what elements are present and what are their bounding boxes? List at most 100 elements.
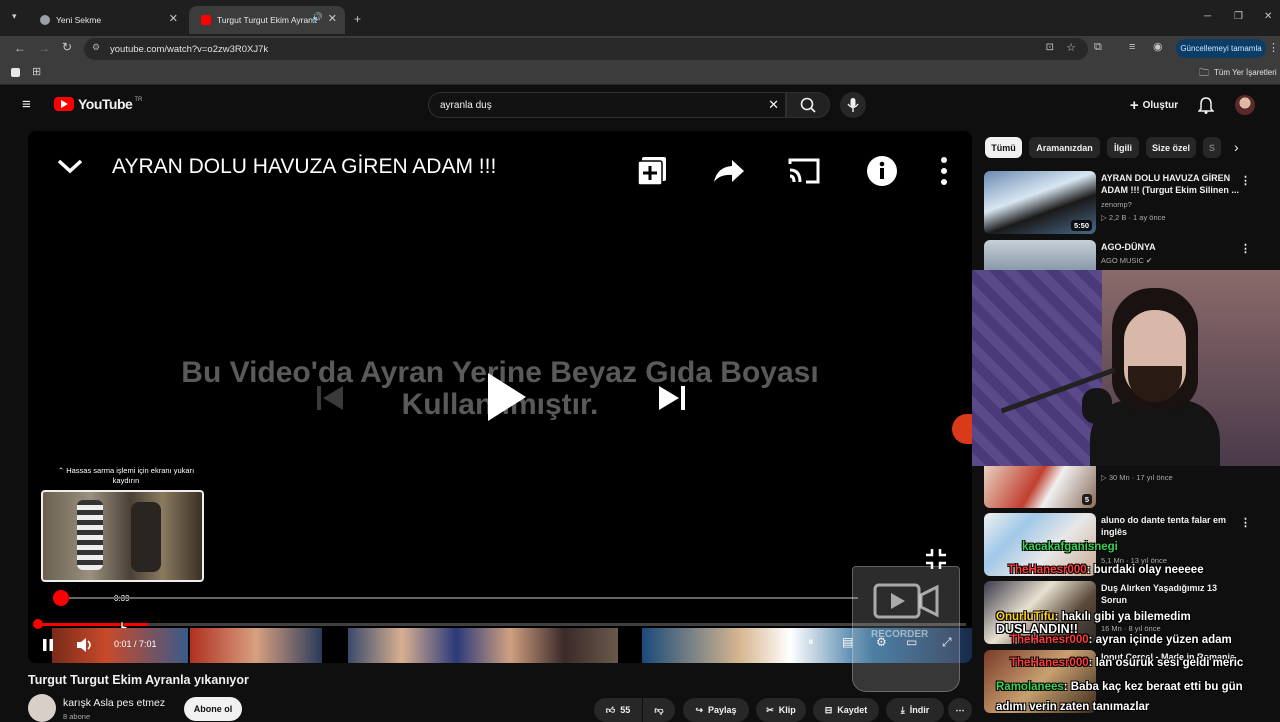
tab-title: Yeni Sekme: [56, 15, 102, 25]
minimize-icon[interactable]: ─: [1204, 11, 1211, 22]
recommendation-meta: ▷ 2,2 B · 1 ay önce: [1101, 213, 1166, 222]
address-bar: ← → ↻ ⚙ youtube.com/watch?v=o2zw3R0XJ7k …: [0, 36, 1280, 61]
share-arrow-icon[interactable]: [712, 157, 746, 185]
recommendation-title[interactable]: aluno do dante tenta falar em inglês: [1101, 514, 1239, 538]
chat-message: TheHanesr000: burdaki olay neeeee: [1008, 564, 1204, 576]
apps-grid-icon[interactable]: ⊞: [32, 65, 41, 78]
scissors-icon: ✂: [766, 704, 774, 715]
youtube-play-logo-icon: [54, 97, 74, 111]
streamer-webcam: [972, 270, 1280, 466]
recommendation-title[interactable]: AYRAN DOLU HAVUZA GİREN ADAM !!! (Turgut…: [1101, 172, 1239, 196]
voice-search-button[interactable]: [840, 92, 866, 118]
fine-scrub-handle[interactable]: [53, 590, 69, 606]
recommendation-menu-icon[interactable]: ⋮: [1240, 174, 1251, 187]
save-button[interactable]: ⊟ Kaydet: [813, 698, 879, 722]
recommendation-channel[interactable]: AGO MUSIC: [1101, 256, 1144, 265]
add-to-playlist-icon[interactable]: [636, 155, 668, 187]
dislike-button[interactable]: 👎︎: [643, 698, 675, 722]
share-button[interactable]: ↪ Paylaş: [683, 698, 749, 722]
chips-next-chevron-icon[interactable]: ›: [1234, 139, 1239, 155]
plus-icon: +: [1129, 96, 1139, 114]
chip-partial[interactable]: S: [1203, 137, 1221, 158]
update-button[interactable]: Güncellemeyi tamamla: [1176, 39, 1266, 58]
recommendation-thumbnail[interactable]: 5:50: [984, 171, 1096, 234]
volume-icon[interactable]: [76, 637, 94, 653]
chat-message: TheHanesr000: lan osuruk sesi geldi meri…: [1010, 657, 1243, 669]
like-button[interactable]: 👍︎ 55: [594, 698, 642, 722]
hamburger-menu-icon[interactable]: ≡: [22, 96, 31, 113]
recommendation-channel-row: AGO MUSIC ✔: [1101, 256, 1152, 265]
tab-search-icon[interactable]: [11, 68, 20, 77]
url-input[interactable]: ⚙ youtube.com/watch?v=o2zw3R0XJ7k ⊡ ☆: [84, 38, 1088, 60]
search-button[interactable]: [786, 92, 830, 118]
menu-icon[interactable]: ⋮: [1268, 41, 1279, 54]
download-button[interactable]: ⤓ İndir: [886, 698, 944, 722]
all-bookmarks-link[interactable]: Tüm Yer İşaretleri: [1214, 68, 1277, 77]
forward-icon[interactable]: →: [38, 41, 50, 55]
video-player[interactable]: AYRAN DOLU HAVUZA GİREN ADAM !!! Bu Vide…: [28, 131, 972, 663]
create-button[interactable]: + Oluştur: [1122, 92, 1186, 118]
extensions-icon[interactable]: ⧉: [1094, 41, 1102, 54]
chat-username: kacakafganisnegi: [1022, 541, 1118, 553]
next-icon[interactable]: [656, 383, 688, 413]
close-tab-icon[interactable]: ✕: [169, 12, 178, 25]
media-controls-icon[interactable]: ≡: [1129, 41, 1135, 53]
pause-icon[interactable]: [42, 638, 54, 652]
chip-for-you[interactable]: Size özel: [1146, 137, 1196, 158]
recommendation-thumbnail[interactable]: [984, 240, 1096, 270]
collapse-chevron-icon[interactable]: [56, 157, 84, 175]
tab-new-tab[interactable]: Yeni Sekme ✕: [28, 6, 186, 34]
more-options-icon[interactable]: [936, 155, 952, 187]
bookmark-star-icon[interactable]: ☆: [1066, 41, 1076, 54]
progress-bar[interactable]: [36, 623, 966, 626]
notifications-bell-icon[interactable]: [1198, 96, 1214, 114]
fine-scrub-track[interactable]: [58, 597, 858, 599]
subscribe-button[interactable]: Abone ol: [184, 697, 242, 721]
chip-from-search[interactable]: Aramanızdan: [1029, 137, 1100, 158]
recommendation-meta-text: 2,2 B · 1 ay önce: [1108, 213, 1166, 222]
restore-icon[interactable]: ❐: [1234, 11, 1243, 22]
region-code: TR: [134, 97, 143, 103]
tab-list-icon[interactable]: ▾: [12, 11, 17, 22]
chip-all[interactable]: Tümü: [985, 137, 1022, 158]
previous-icon[interactable]: [314, 383, 346, 413]
channel-avatar[interactable]: [28, 694, 56, 722]
chip-related[interactable]: İlgili: [1107, 137, 1139, 158]
chat-text: : lan osuruk sesi geldi meric: [1088, 657, 1244, 669]
progress-scrubber[interactable]: [33, 619, 43, 629]
recommendation-title[interactable]: AGO-DÜNYA: [1101, 241, 1239, 253]
reload-icon[interactable]: ↻: [62, 40, 72, 54]
bookmarks-bar: ⊞ 🗀 Tüm Yer İşaretleri: [0, 61, 1280, 85]
verified-badge-icon: ✔: [1143, 256, 1153, 265]
autoplay-toggle-icon[interactable]: ⏸: [808, 636, 814, 649]
clear-search-icon[interactable]: ✕: [768, 97, 779, 113]
recommendation-menu-icon[interactable]: ⋮: [1240, 242, 1251, 255]
tab-title: Turgut Turgut Ekim Ayranla: [217, 15, 317, 25]
close-tab-icon[interactable]: ✕: [328, 12, 337, 25]
chat-text: : Baba kaç kez beraat etti bu gün: [1063, 681, 1243, 693]
chat-text: : burdaki olay neeeee: [1086, 564, 1204, 576]
channel-name[interactable]: karışk Asla pes etmez: [63, 697, 165, 709]
install-app-icon[interactable]: ⊡: [1046, 42, 1054, 53]
youtube-logo[interactable]: YouTube TR: [54, 96, 142, 112]
back-icon[interactable]: ←: [14, 41, 26, 55]
close-window-icon[interactable]: ✕: [1264, 11, 1272, 22]
site-info-icon[interactable]: ⚙: [92, 42, 100, 53]
audio-playing-icon[interactable]: 🔊: [312, 12, 323, 23]
recommendation-title[interactable]: Duş Alırken Yaşadığımız 13 Sorun: [1101, 582, 1239, 606]
save-label: Kaydet: [837, 705, 868, 715]
new-tab-icon[interactable]: +: [354, 12, 361, 26]
recommendation-channel[interactable]: zenomp?: [1101, 200, 1132, 209]
clip-button[interactable]: ✂ Klip: [756, 698, 806, 722]
more-actions-button[interactable]: ⋯: [948, 698, 972, 722]
info-icon[interactable]: [866, 155, 898, 187]
account-avatar[interactable]: [1235, 95, 1255, 115]
search-input[interactable]: ayranla duş ✕: [428, 92, 786, 118]
seek-preview-thumbnail: [41, 490, 204, 582]
recommendation-menu-icon[interactable]: ⋮: [1240, 516, 1251, 529]
tab-youtube[interactable]: Turgut Turgut Ekim Ayranla 🔊 ✕: [189, 6, 345, 34]
play-icon[interactable]: [484, 371, 528, 423]
recommendation-thumbnail[interactable]: 5: [984, 466, 1096, 508]
profile-icon[interactable]: ◉: [1153, 40, 1163, 53]
cast-icon[interactable]: [786, 156, 822, 186]
